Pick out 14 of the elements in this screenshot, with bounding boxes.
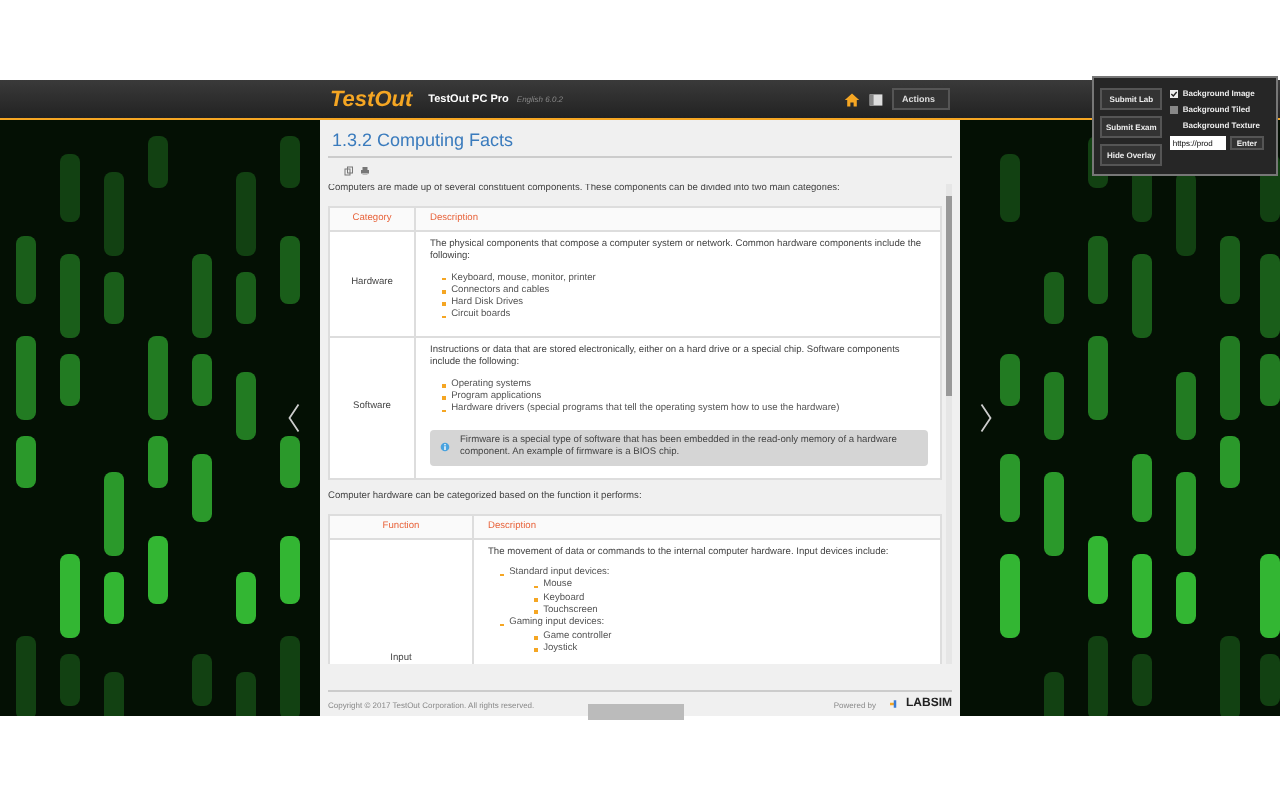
checkbox[interactable] [1170,89,1179,97]
scrollbar[interactable] [946,184,952,664]
page-title: 1.3.2 Computing Facts [328,120,952,158]
print-icon[interactable] [360,166,370,176]
logo: TestOut [330,87,413,111]
chevron-right-icon[interactable] [980,400,992,436]
copy-icon[interactable] [344,166,354,176]
info-icon [440,442,450,453]
brand-mark-icon [890,700,900,708]
handle-button[interactable] [588,704,684,720]
panel-icon[interactable] [868,91,884,107]
checkbox[interactable] [1170,105,1179,113]
chevron-left-icon[interactable] [288,400,300,436]
home-icon[interactable] [844,91,860,107]
